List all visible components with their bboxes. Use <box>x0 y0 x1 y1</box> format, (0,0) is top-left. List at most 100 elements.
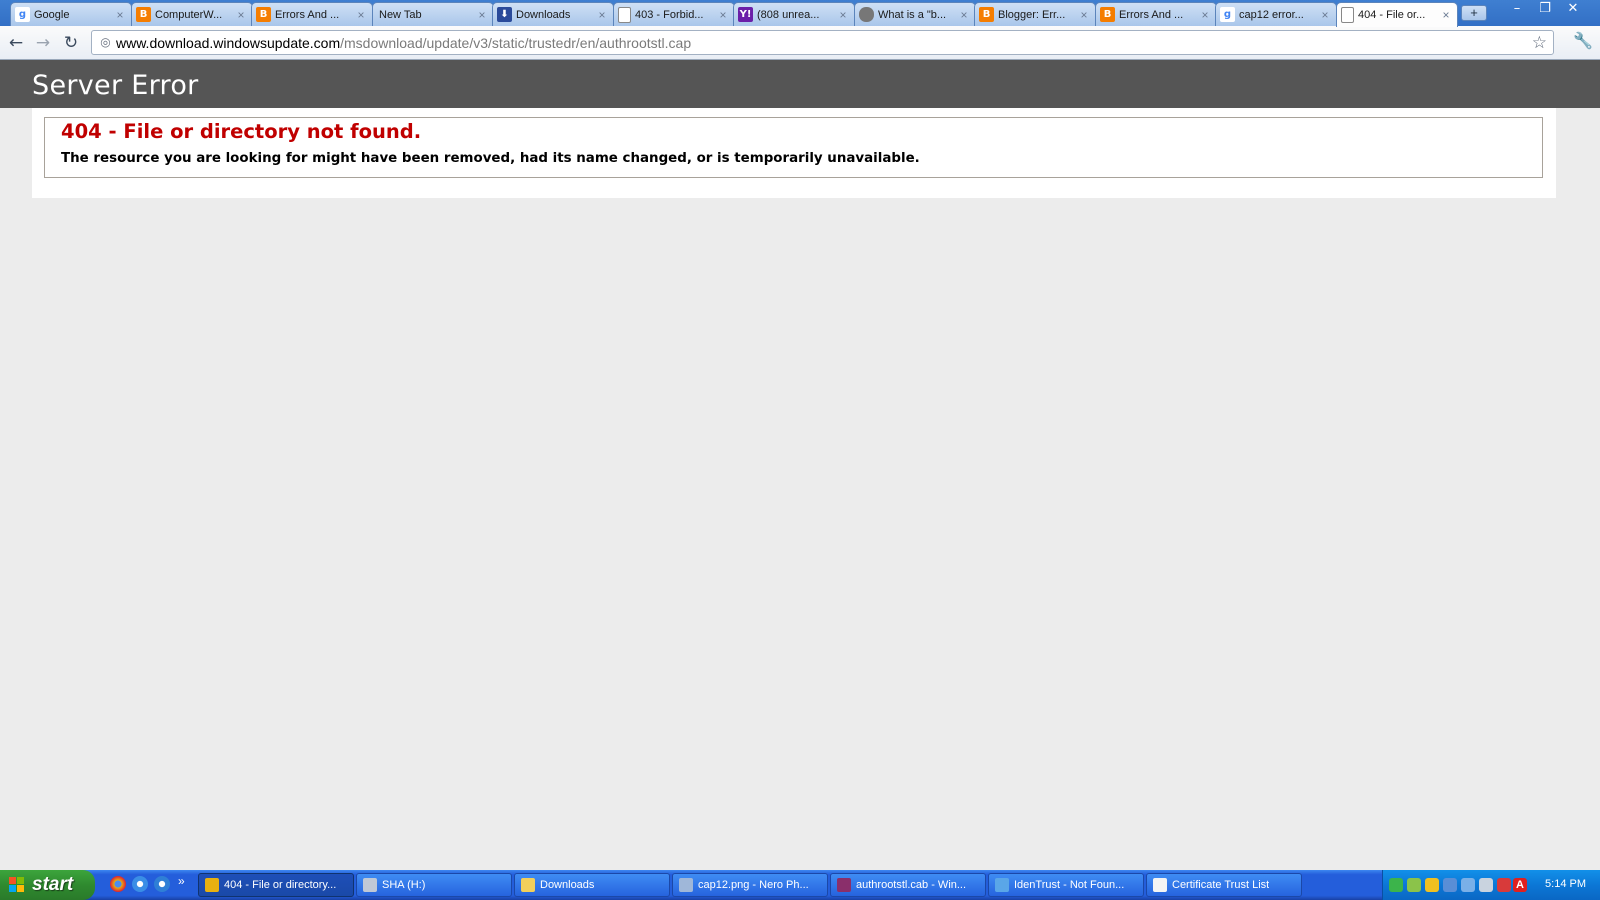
blogger-icon: B <box>136 7 151 22</box>
tab-title: (808 unrea... <box>757 8 820 21</box>
windows-logo-icon <box>9 877 26 893</box>
reload-button[interactable]: ↻ <box>61 33 81 53</box>
tab-9[interactable]: B Errors And ... × <box>1095 2 1217 26</box>
tab-close-icon[interactable]: × <box>1441 8 1451 22</box>
certificate-icon <box>1153 878 1167 892</box>
antivirus-tray-icon[interactable] <box>1497 878 1511 892</box>
taskbar-button[interactable]: 404 - File or directory... <box>198 873 354 897</box>
display-tray-icon[interactable] <box>1443 878 1457 892</box>
blogger-icon: B <box>256 7 271 22</box>
url-host: www.download.windowsupdate.com <box>116 35 341 51</box>
ie-icon <box>995 878 1009 892</box>
error-message: The resource you are looking for might h… <box>61 151 920 166</box>
tab-title: Google <box>34 8 70 21</box>
ie-quicklaunch-icon[interactable] <box>132 876 148 892</box>
google-icon: g <box>15 7 30 22</box>
tab-title: New Tab <box>379 8 422 21</box>
tab-10[interactable]: g cap12 error... × <box>1215 2 1337 26</box>
taskbar-button-label: Certificate Trust List <box>1172 879 1270 891</box>
taskbar-button-label: IdenTrust - Not Foun... <box>1014 879 1125 891</box>
page-icon <box>1341 7 1354 23</box>
quicklaunch-expand-icon[interactable]: » <box>178 874 185 888</box>
tab-6[interactable]: Y! (808 unrea... × <box>733 2 855 26</box>
tab-close-icon[interactable]: × <box>597 8 607 22</box>
tab-3[interactable]: New Tab × <box>372 2 494 26</box>
tab-close-icon[interactable]: × <box>1320 8 1330 22</box>
tab-8[interactable]: B Blogger: Err... × <box>974 2 1096 26</box>
security-tray-icon[interactable] <box>1425 878 1439 892</box>
tab-close-icon[interactable]: × <box>115 8 125 22</box>
tab-4[interactable]: ⬇ Downloads × <box>492 2 614 26</box>
tab-11[interactable]: 404 - File or... × <box>1336 2 1458 27</box>
taskbar-button[interactable]: Downloads <box>514 873 670 897</box>
tab-close-icon[interactable]: × <box>959 8 969 22</box>
error-content: 404 - File or directory not found. The r… <box>32 108 1556 198</box>
chrome-quicklaunch-icon[interactable] <box>110 876 126 892</box>
clock[interactable]: 5:14 PM <box>1545 878 1586 890</box>
network-tray-icon[interactable] <box>1389 878 1403 892</box>
forward-button[interactable]: → <box>33 33 53 53</box>
google-icon: g <box>1220 7 1235 22</box>
taskbar-button-label: 404 - File or directory... <box>224 879 337 891</box>
start-button[interactable]: start <box>0 870 95 900</box>
tab-5[interactable]: 403 - Forbid... × <box>613 2 735 26</box>
taskbar-button[interactable]: SHA (H:) <box>356 873 512 897</box>
tab-close-icon[interactable]: × <box>1079 8 1089 22</box>
tab-1[interactable]: B ComputerW... × <box>131 2 253 26</box>
page-header: Server Error <box>0 60 1600 108</box>
taskbar-button[interactable]: cap12.png - Nero Ph... <box>672 873 828 897</box>
taskbar-button-label: SHA (H:) <box>382 879 426 891</box>
tab-close-icon[interactable]: × <box>356 8 366 22</box>
connection-tray-icon[interactable] <box>1461 878 1475 892</box>
tab-2[interactable]: B Errors And ... × <box>251 2 373 26</box>
folder-icon <box>521 878 535 892</box>
tab-close-icon[interactable]: × <box>838 8 848 22</box>
winrar-icon <box>837 878 851 892</box>
ie-alt-quicklaunch-icon[interactable] <box>154 876 170 892</box>
tab-0[interactable]: g Google × <box>10 2 132 26</box>
tab-title: 404 - File or... <box>1358 9 1426 21</box>
tab-title: cap12 error... <box>1239 8 1304 21</box>
taskbar-button-label: authrootstl.cab - Win... <box>856 879 967 891</box>
tab-title: Errors And ... <box>1119 8 1184 21</box>
tab-close-icon[interactable]: × <box>718 8 728 22</box>
browser-toolbar: ← → ↻ ◎ www.download.windowsupdate.com/m… <box>0 26 1600 60</box>
tab-close-icon[interactable]: × <box>1200 8 1210 22</box>
new-tab-button[interactable]: + <box>1461 5 1487 21</box>
tab-close-icon[interactable]: × <box>236 8 246 22</box>
taskbar-button[interactable]: IdenTrust - Not Foun... <box>988 873 1144 897</box>
blogger-icon: B <box>979 7 994 22</box>
tab-strip: g Google × B ComputerW... × B Errors And ... × Ne… <box>0 0 1600 27</box>
window-close-icon[interactable]: ✕ <box>1559 0 1587 18</box>
taskbar-button-label: Downloads <box>540 879 595 891</box>
tab-7[interactable]: What is a "b... × <box>854 2 976 26</box>
taskbar: start » 404 - File or directory... SHA (H… <box>0 870 1600 900</box>
drive-icon <box>363 878 377 892</box>
system-tray: A 5:14 PM <box>1382 870 1600 900</box>
tab-title: What is a "b... <box>878 8 947 21</box>
wrench-menu-icon[interactable]: 🔧 <box>1573 31 1593 50</box>
taskbar-button[interactable]: authrootstl.cab - Win... <box>830 873 986 897</box>
browser-window-frame: g Google × B ComputerW... × B Errors And ... × Ne… <box>0 0 1600 60</box>
back-button[interactable]: ← <box>6 33 26 53</box>
error-box: 404 - File or directory not found. The r… <box>44 117 1543 178</box>
page-info-icon[interactable]: ◎ <box>98 35 113 50</box>
acrobat-tray-icon[interactable]: A <box>1513 878 1527 892</box>
image-viewer-icon <box>679 878 693 892</box>
tab-title: 403 - Forbid... <box>635 8 704 21</box>
tab-title: Downloads <box>516 8 571 21</box>
blogger-icon: B <box>1100 7 1115 22</box>
tab-close-icon[interactable]: × <box>477 8 487 22</box>
bookmark-star-icon[interactable]: ☆ <box>1532 33 1547 53</box>
page-content: Server Error 404 - File or directory not… <box>0 60 1600 870</box>
minimize-icon[interactable]: – <box>1503 0 1531 18</box>
taskbar-button[interactable]: Certificate Trust List <box>1146 873 1302 897</box>
restore-icon[interactable]: ❐ <box>1531 0 1559 18</box>
yahoo-icon: Y! <box>738 7 753 22</box>
address-bar[interactable]: ◎ www.download.windowsupdate.com/msdownl… <box>91 30 1554 55</box>
messenger-tray-icon[interactable] <box>1407 878 1421 892</box>
address-text: www.download.windowsupdate.com/msdownloa… <box>116 35 691 51</box>
download-icon: ⬇ <box>497 7 512 22</box>
speaker-tray-icon[interactable] <box>1479 878 1493 892</box>
tab-title: ComputerW... <box>155 8 223 21</box>
